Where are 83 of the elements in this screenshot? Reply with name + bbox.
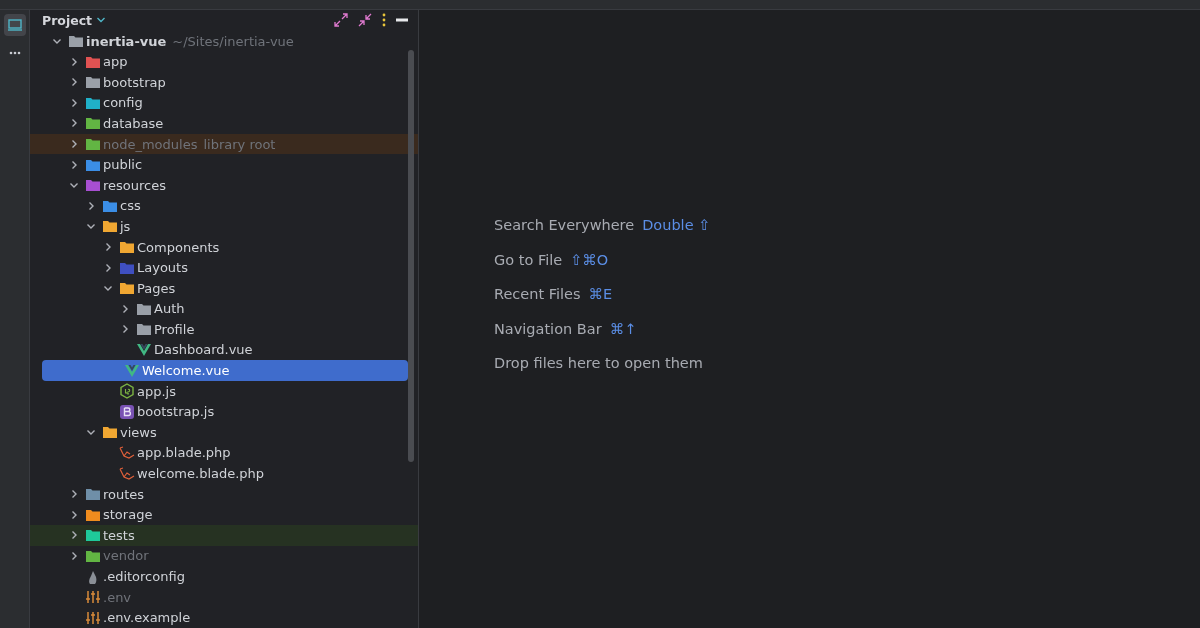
selected-tree-row[interactable]: Welcome.vue <box>42 360 408 381</box>
shortcut-text: ⌘E <box>588 286 613 302</box>
tree-row[interactable]: resources <box>30 174 418 196</box>
tree-row[interactable]: bootstrap <box>30 71 418 93</box>
file-name: Layouts <box>137 260 188 276</box>
file-name: app.blade.php <box>137 445 231 461</box>
file-name: resources <box>103 177 166 193</box>
file-name: routes <box>103 486 145 502</box>
file-name: storage <box>103 507 153 523</box>
hint-label: Search Everywhere <box>494 217 635 233</box>
tree-row[interactable]: .env.example <box>30 607 418 628</box>
file-name: vendor <box>103 548 149 564</box>
tree-row[interactable]: css <box>30 195 418 217</box>
tree-row[interactable]: Pages <box>30 277 418 299</box>
tree-row[interactable]: bootstrap.js <box>30 401 418 423</box>
tree-row[interactable]: app.js <box>30 380 418 402</box>
tree-row[interactable]: storage <box>30 504 418 526</box>
blade-icon <box>119 445 135 460</box>
tree-row[interactable]: Profile <box>30 319 418 340</box>
tree-row[interactable]: Components <box>30 236 418 258</box>
file-name: Dashboard.vue <box>154 342 253 358</box>
file-name: Components <box>137 239 220 255</box>
file-name: bootstrap.js <box>137 404 215 420</box>
tree-row[interactable]: .editorconfig <box>30 566 418 587</box>
file-name: .env.example <box>103 610 191 626</box>
expand-icon[interactable] <box>334 13 348 28</box>
sliders-icon <box>85 610 101 625</box>
tree-row[interactable]: Dashboard.vue <box>30 339 418 361</box>
blade-icon <box>119 466 135 481</box>
file-name: .editorconfig <box>103 569 185 584</box>
file-name: app.js <box>137 383 176 399</box>
tree-row[interactable]: config <box>30 92 418 114</box>
chevron-down-icon[interactable] <box>96 16 107 25</box>
file-name: database <box>103 115 164 131</box>
file-name: Pages <box>137 280 176 296</box>
vue-logo-icon <box>124 363 140 378</box>
collapse-icon[interactable] <box>358 13 372 28</box>
file-name: Auth <box>154 301 185 317</box>
file-name: app <box>103 54 128 70</box>
file-name: views <box>120 424 157 440</box>
tree-row[interactable]: js <box>30 216 418 237</box>
project-tool-button[interactable] <box>3 14 26 36</box>
more-icon <box>8 51 21 55</box>
file-name: public <box>103 157 143 173</box>
file-name: .env <box>103 589 132 605</box>
file-name: node_modules <box>103 136 198 152</box>
hint-label: Recent Files <box>494 286 581 302</box>
hint-label: Navigation Bar <box>494 320 602 337</box>
file-name: tests <box>103 527 135 543</box>
tree-row[interactable]: app <box>30 51 418 72</box>
bootstrap-icon <box>119 403 135 420</box>
tree-row[interactable]: Layouts <box>30 257 418 278</box>
file-name: js <box>120 218 131 234</box>
file-name: css <box>120 198 141 214</box>
tree-row[interactable]: public <box>30 154 418 175</box>
tree-row[interactable]: Auth <box>30 298 418 320</box>
panel-title: Project <box>42 12 93 28</box>
tree-row[interactable]: routes <box>30 483 418 505</box>
monitor-icon <box>7 19 22 31</box>
file-name: config <box>103 95 143 111</box>
tree-row[interactable]: views <box>30 422 418 443</box>
path-note: ~/Sites/inertia-vue <box>172 33 294 49</box>
tree-row[interactable]: app.blade.php <box>30 442 418 464</box>
path-note: library root <box>203 136 276 152</box>
tree-row[interactable]: tests <box>30 525 418 546</box>
vue-logo-icon <box>136 343 152 357</box>
shortcut-text: ⇧⌘O <box>570 251 609 268</box>
file-name: bootstrap <box>103 74 166 90</box>
sliders-icon <box>85 590 101 605</box>
shortcut-text: ⌘↑ <box>609 320 637 337</box>
tree-row[interactable]: database <box>30 113 418 134</box>
file-name: Profile <box>154 321 195 337</box>
minimize-icon[interactable] <box>396 18 408 23</box>
tree-row[interactable]: inertia-vue ~/Sites/inertia-vue <box>30 30 418 52</box>
file-name: inertia-vue <box>86 33 167 49</box>
hint-label: Go to File <box>494 251 563 268</box>
hint-label: Drop files here to open them <box>494 355 703 371</box>
shortcut-text: Double ⇧ <box>642 217 711 233</box>
hexagon-icon <box>119 383 135 400</box>
tree-row[interactable]: welcome.blade.php <box>30 463 418 484</box>
kebab-menu-icon[interactable] <box>382 13 386 28</box>
file-name: welcome.blade.php <box>137 466 265 482</box>
file-name: Welcome.vue <box>142 363 230 379</box>
